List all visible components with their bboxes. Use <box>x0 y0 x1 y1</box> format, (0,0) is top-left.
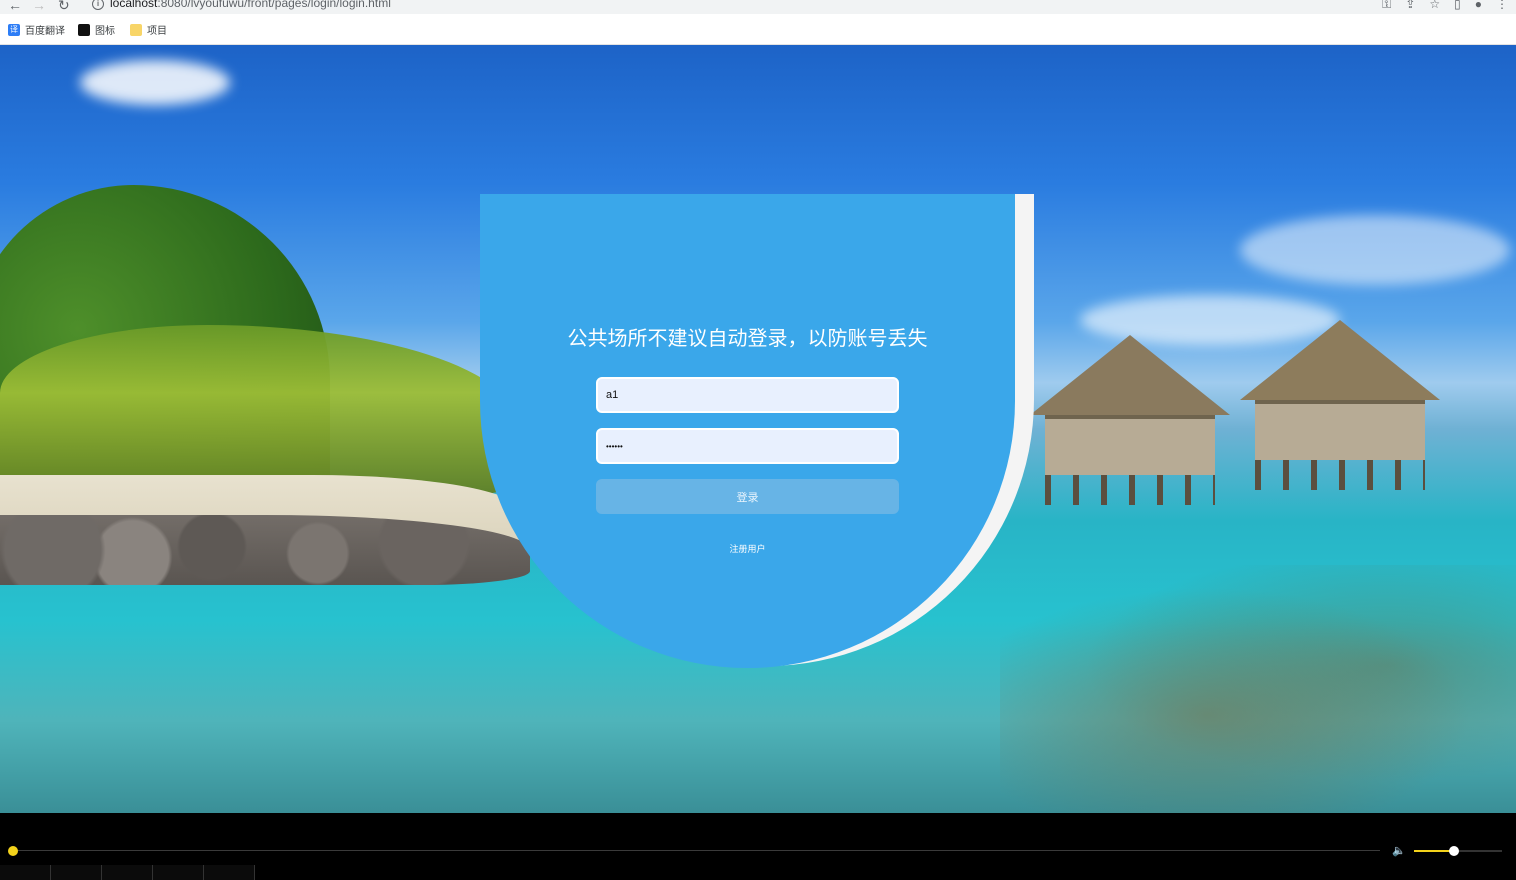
player-tab[interactable] <box>51 865 102 880</box>
bookmark-xiangmu[interactable]: 项目 <box>130 22 167 37</box>
bookmark-fanyi[interactable]: 译 百度翻译 <box>8 22 65 37</box>
back-arrow-icon[interactable]: ← <box>8 0 22 13</box>
fanyi-icon: 译 <box>8 23 20 36</box>
video-player-bar: 🔈 <box>0 813 1516 880</box>
folder-icon <box>130 23 142 36</box>
url-path: :8080/lvyoufuwu/front/pages/login/login.… <box>157 0 391 10</box>
progress-knob[interactable] <box>8 846 18 856</box>
password-value: •••••• <box>606 441 623 451</box>
sidebar-icon[interactable]: ▯ <box>1454 0 1461 12</box>
key-icon[interactable]: ⚿ <box>1382 0 1391 12</box>
bookmark-label: 图标 <box>95 26 115 37</box>
player-tab[interactable] <box>102 865 153 880</box>
forward-arrow-icon[interactable]: → <box>32 0 46 13</box>
login-button-label: 登录 <box>736 490 759 504</box>
hut <box>1240 320 1440 490</box>
url-host: localhost <box>110 0 158 10</box>
palm-trees <box>0 325 520 495</box>
share-icon[interactable]: ⇪ <box>1405 0 1415 12</box>
cloud <box>80 60 230 105</box>
login-title: 公共场所不建议自动登录，以防账号丢失 <box>567 326 928 350</box>
reload-icon[interactable]: ↻ <box>58 0 70 14</box>
volume-fill <box>1414 850 1454 852</box>
player-tab[interactable] <box>153 865 204 880</box>
rocks <box>0 515 530 585</box>
bookmark-tubiao[interactable]: 图标 <box>78 22 115 37</box>
volume-knob[interactable] <box>1449 846 1459 856</box>
volume-icon[interactable]: 🔈 <box>1392 844 1408 857</box>
bookmark-label: 项目 <box>147 26 167 37</box>
browser-toolbar: ← → ↻ i localhost:8080/lvyoufuwu/front/pa… <box>0 0 1516 14</box>
bookmarks-bar: 译 百度翻译 图标 项目 <box>0 14 1516 45</box>
player-tabs <box>0 865 255 880</box>
menu-icon[interactable]: ⋮ <box>1496 0 1508 12</box>
hut <box>1030 335 1230 505</box>
profile-icon[interactable]: ● <box>1475 0 1482 12</box>
reef <box>1000 565 1516 813</box>
username-value: a1 <box>606 389 619 401</box>
player-tab[interactable] <box>204 865 255 880</box>
player-tab[interactable] <box>0 865 51 880</box>
username-input[interactable]: a1 <box>596 377 899 413</box>
page-viewport: 公共场所不建议自动登录，以防账号丢失 a1 •••••• 登录 注册用户 <box>0 45 1516 813</box>
login-button[interactable]: 登录 <box>596 479 899 514</box>
password-input[interactable]: •••••• <box>596 428 899 464</box>
cloud <box>1240 215 1510 285</box>
info-icon[interactable]: i <box>92 0 104 10</box>
address-bar[interactable]: i localhost:8080/lvyoufuwu/front/pages/lo… <box>92 0 391 10</box>
toolbar-actions: ⚿ ⇪ ☆ ▯ ● ⋮ <box>1382 0 1508 12</box>
star-icon[interactable]: ☆ <box>1429 0 1440 12</box>
register-link[interactable]: 注册用户 <box>480 542 1015 555</box>
bookmark-label: 百度翻译 <box>25 26 65 37</box>
progress-track[interactable] <box>14 850 1380 851</box>
image-icon <box>78 23 90 36</box>
